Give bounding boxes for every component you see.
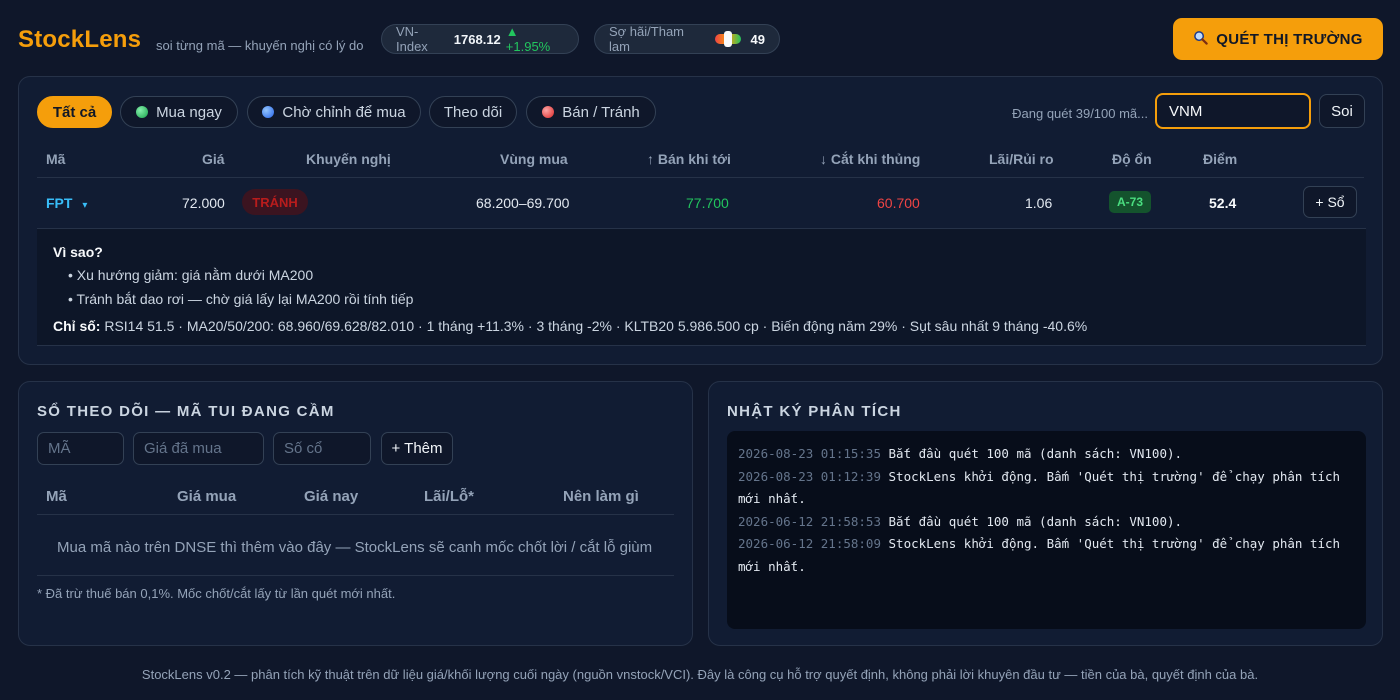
fear-greed-label: Sợ hãi/Tham lam [609, 24, 684, 54]
scan-market-button[interactable]: QUÉT THỊ TRƯỜNG [1173, 18, 1383, 60]
metrics-values: RSI14 51.5 · MA20/50/200: 68.960/69.628/… [104, 318, 1088, 334]
scan-status: Đang quét 39/100 mã... [1012, 106, 1148, 121]
log-entry: 2026-08-23 01:12:39 StockLens khởi động.… [738, 466, 1355, 511]
stability-badge: A-73 [1109, 191, 1151, 213]
holdings-header-ticker: Mã [46, 488, 67, 505]
tagline: soi từng mã — khuyến nghị có lý do [156, 38, 364, 53]
ticker-cell[interactable]: FPT ▾ [46, 195, 87, 211]
symbol-input[interactable] [37, 432, 124, 465]
filter-all-label: Tất cả [52, 103, 97, 121]
red-dot-icon [542, 106, 555, 118]
filter-buy-now-label: Mua ngay [156, 103, 222, 121]
filter-watch[interactable]: Theo dõi [429, 96, 517, 128]
log-message: Bắt đầu quét 100 mã (danh sách: VN100). [888, 446, 1183, 461]
log-entry: 2026-08-23 01:15:35 Bắt đầu quét 100 mã … [738, 443, 1355, 466]
green-dot-icon [136, 106, 149, 118]
metrics-line: Chỉ số: RSI14 51.5 · MA20/50/200: 68.960… [53, 318, 1087, 334]
shares-input[interactable] [273, 432, 371, 465]
fear-greed-value: 49 [750, 31, 765, 47]
log-entry: 2026-06-12 21:58:09 StockLens khởi động.… [738, 533, 1355, 578]
header-divider [37, 177, 1364, 178]
scan-market-label: QUÉT THỊ TRƯỜNG [1216, 30, 1363, 48]
blue-dot-icon [262, 106, 275, 118]
log-title: NHẬT KÝ PHÂN TÍCH [727, 403, 902, 420]
price-cell: 72.000 [182, 195, 225, 211]
buy-price-input[interactable] [133, 432, 264, 465]
holdings-header-buy-price: Giá mua [177, 488, 237, 505]
log-console: 2026-08-23 01:15:35 Bắt đầu quét 100 mã … [727, 431, 1366, 629]
metrics-label: Chỉ số: [53, 318, 101, 334]
col-header-stop-loss: ↓ Cắt khi thủng [820, 151, 921, 167]
holdings-footer-divider [37, 575, 674, 576]
log-timestamp: 2026-06-12 21:58:53 [738, 513, 881, 529]
holdings-footnote: * Đã trừ thuế bán 0,1%. Mốc chốt/cắt lấy… [37, 586, 396, 601]
col-header-stability: Độ ổn [1112, 151, 1152, 167]
search-icon [1193, 30, 1209, 48]
log-timestamp: 2026-06-12 21:58:09 [738, 536, 881, 552]
top-header: StockLens soi từng mã — khuyến nghị có l… [18, 18, 1383, 62]
add-to-book-button[interactable]: + Sổ [1303, 186, 1357, 218]
score-cell: 52.4 [1209, 195, 1237, 211]
vnindex-pill: VN-Index 1768.12 ▲ +1.95% [381, 24, 579, 54]
filter-wait-dip[interactable]: Chờ chỉnh để mua [247, 96, 421, 128]
stop-loss-cell: 60.700 [877, 195, 920, 211]
screener-panel: Tất cả Mua ngay Chờ chỉnh để mua Theo dõ… [18, 76, 1383, 365]
fear-greed-gauge [715, 31, 741, 47]
expand-caret-icon[interactable]: ▾ [82, 200, 87, 211]
analysis-log-panel: NHẬT KÝ PHÂN TÍCH 2026-08-23 01:15:35 Bắ… [708, 381, 1383, 646]
col-header-buy-zone: Vùng mua [500, 151, 568, 167]
row-detail: Vì sao? • Xu hướng giảm: giá nằm dưới MA… [37, 228, 1366, 346]
col-header-price: Giá [202, 151, 225, 167]
fear-greed-pill: Sợ hãi/Tham lam 49 [594, 24, 780, 54]
vnindex-change: ▲ +1.95% [505, 24, 551, 54]
holdings-title: SỔ THEO DÕI — MÃ TUI ĐANG CẦM [37, 403, 335, 420]
vnindex-value: 1768.12 [453, 31, 501, 47]
holdings-header-current-price: Giá nay [304, 488, 359, 505]
filter-buy-now[interactable]: Mua ngay [120, 96, 238, 128]
log-timestamp: 2026-08-23 01:12:39 [738, 468, 881, 484]
reward-risk-cell: 1.06 [1025, 195, 1053, 211]
holdings-header-action: Nên làm gì [563, 488, 639, 505]
filter-wait-dip-label: Chờ chỉnh để mua [282, 103, 406, 121]
filter-watch-label: Theo dõi [443, 103, 503, 121]
reason-item: • Xu hướng giảm: giá nằm dưới MA200 [68, 267, 314, 283]
buy-zone-cell: 68.200–69.700 [476, 195, 570, 211]
add-holding-button[interactable]: + Thêm [381, 432, 453, 465]
col-header-ticker: Mã [46, 151, 66, 167]
log-timestamp: 2026-08-23 01:15:35 [738, 446, 881, 461]
log-entry: 2026-06-12 21:58:53 Bắt đầu quét 100 mã … [738, 511, 1355, 534]
holdings-panel: SỔ THEO DÕI — MÃ TUI ĐANG CẦM + Thêm Mã … [18, 381, 693, 646]
holdings-header-pnl: Lãi/Lỗ* [424, 488, 475, 505]
app-logo: StockLens [18, 26, 142, 53]
footer-disclaimer: StockLens v0.2 — phân tích kỹ thuật trên… [141, 667, 1259, 682]
log-message: Bắt đầu quét 100 mã (danh sách: VN100). [888, 513, 1183, 529]
vnindex-label: VN-Index [396, 24, 428, 54]
holdings-header-divider [37, 514, 674, 515]
fear-greed-knob [723, 31, 732, 47]
col-header-recommendation: Khuyến nghị [306, 151, 391, 167]
col-header-reward-risk: Lãi/Rủi ro [989, 151, 1054, 167]
why-title: Vì sao? [53, 244, 103, 260]
holdings-empty-message: Mua mã nào trên DNSE thì thêm vào đây — … [57, 539, 653, 556]
recommendation-badge: TRÁNH [242, 189, 308, 215]
take-profit-cell: 77.700 [686, 195, 729, 211]
col-header-score: Điểm [1203, 151, 1238, 167]
ticker-symbol: FPT [46, 195, 73, 211]
col-header-take-profit: ↑ Bán khi tới [647, 151, 731, 167]
filter-sell-avoid[interactable]: Bán / Tránh [526, 96, 656, 128]
filter-sell-avoid-label: Bán / Tránh [562, 103, 640, 121]
filter-all[interactable]: Tất cả [37, 96, 112, 128]
ticker-search-input[interactable] [1155, 93, 1311, 129]
reason-item: • Tránh bắt dao rơi — chờ giá lấy lại MA… [68, 291, 414, 307]
inspect-button[interactable]: Soi [1319, 94, 1365, 128]
